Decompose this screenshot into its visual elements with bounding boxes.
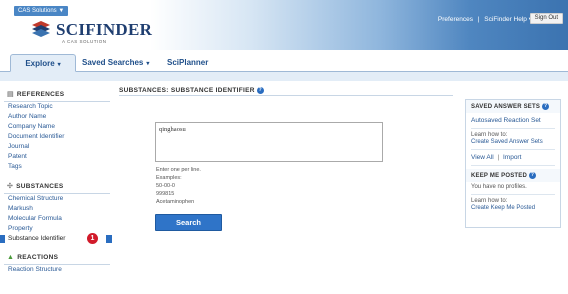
left-sidebar: ▤ REFERENCES Research Topic Author Name … (0, 86, 112, 275)
right-panel: SAVED ANSWER SETS? Autosaved Reaction Se… (465, 99, 561, 228)
chevron-down-icon: ▾ (57, 62, 61, 68)
preferences-link[interactable]: Preferences (438, 16, 473, 23)
substance-identifier-input[interactable]: qinghaosu (155, 122, 383, 162)
reactions-section-heading: ▲ REACTIONS (4, 250, 110, 265)
divider (471, 194, 555, 196)
selection-marker-right (106, 235, 112, 243)
help-icon[interactable]: ? (529, 172, 537, 180)
tab-explore-label: Explore (25, 59, 55, 68)
hint-line: Enter one per line. (156, 167, 201, 173)
autosaved-reaction-set-link[interactable]: Autosaved Reaction Set (466, 116, 560, 125)
references-section-heading: ▤ REFERENCES (4, 86, 110, 102)
page-title-text: SUBSTANCES: SUBSTANCE IDENTIFIER (119, 87, 255, 95)
main-nav: Explore ▾ Saved Searches ▾ SciPlanner (0, 50, 568, 72)
learn-how-label: Learn how to: (471, 132, 508, 139)
tab-explore[interactable]: Explore ▾ (10, 54, 76, 72)
scifinder-logo-icon (32, 21, 50, 37)
hint-line: Examples: (156, 175, 182, 181)
sidebar-item-molecular-formula[interactable]: Molecular Formula (4, 214, 110, 224)
annotation-badge: 1 (87, 233, 98, 244)
hint-line: 999815 (156, 191, 175, 197)
references-heading-label: REFERENCES (16, 90, 65, 98)
sidebar-item-substance-identifier[interactable]: Substance Identifier 1 (0, 233, 112, 244)
sign-out-button[interactable]: Sign Out (529, 13, 563, 24)
help-icon[interactable]: ? (542, 103, 550, 110)
header-links: Preferences | SciFinder Help ▾ (438, 15, 532, 23)
sidebar-item-chemical-structure[interactable]: Chemical Structure (4, 194, 110, 204)
search-button[interactable]: Search (155, 214, 222, 231)
divider (471, 128, 555, 130)
help-icon[interactable]: ? (256, 87, 264, 94)
help-menu-link[interactable]: SciFinder Help ▾ (484, 15, 532, 23)
tab-saved-searches-label: Saved Searches (82, 58, 144, 67)
sidebar-item-author-name[interactable]: Author Name (4, 112, 110, 122)
hint-line: 50-00-0 (156, 183, 175, 189)
references-icon: ▤ (7, 91, 14, 98)
create-keep-me-posted-link[interactable]: Create Keep Me Posted (466, 205, 560, 212)
create-saved-answer-sets-link[interactable]: Create Saved Answer Sets (466, 139, 560, 146)
no-profiles-text: You have no profiles. (471, 184, 527, 191)
saved-heading-label: SAVED ANSWER SETS (471, 104, 541, 111)
app-header: CAS Solutions ▼ SCIFINDER A CAS SOLUTION… (0, 0, 568, 50)
substances-section-heading: ✣ SUBSTANCES (4, 178, 110, 194)
sidebar-item-markush[interactable]: Markush (4, 204, 110, 214)
saved-answer-sets-heading: SAVED ANSWER SETS? (466, 100, 560, 114)
selection-marker-left (0, 235, 5, 243)
substances-icon: ✣ (7, 183, 14, 190)
sidebar-item-reaction-structure[interactable]: Reaction Structure (4, 265, 110, 275)
sidebar-item-company-name[interactable]: Company Name (4, 122, 110, 132)
view-all-import-row: View All | Import (466, 153, 560, 162)
divider (119, 95, 453, 96)
page-title: SUBSTANCES: SUBSTANCE IDENTIFIER? (119, 87, 264, 94)
view-all-link[interactable]: View All (471, 154, 494, 161)
logo-subtitle: A CAS SOLUTION (62, 39, 107, 44)
scifinder-logo-text: SCIFINDER (56, 20, 153, 39)
tab-saved-searches[interactable]: Saved Searches ▾ (82, 54, 149, 72)
nav-subbar (0, 72, 568, 81)
chevron-down-icon: ▾ (146, 61, 150, 67)
reactions-icon: ▲ (7, 254, 15, 261)
sidebar-item-journal[interactable]: Journal (4, 142, 110, 152)
input-hint: Enter one per line. Examples: 50-00-0 99… (156, 166, 201, 206)
divider (471, 149, 555, 151)
reactions-heading-label: REACTIONS (17, 254, 59, 261)
hint-line: Acetaminophen (156, 199, 195, 205)
keep-me-posted-heading: KEEP ME POSTED? (466, 169, 560, 183)
separator: | (497, 154, 500, 162)
substances-heading-label: SUBSTANCES (16, 182, 64, 190)
sidebar-item-document-identifier[interactable]: Document Identifier (4, 132, 110, 142)
sidebar-item-label: Substance Identifier (8, 235, 66, 242)
tab-sciplanner[interactable]: SciPlanner (167, 54, 208, 72)
learn-how-label: Learn how to: (471, 198, 508, 205)
header-separator: | (477, 16, 480, 23)
posted-heading-label: KEEP ME POSTED (471, 173, 528, 180)
tab-sciplanner-label: SciPlanner (167, 58, 209, 67)
import-link[interactable]: Import (503, 154, 521, 161)
sidebar-item-research-topic[interactable]: Research Topic (4, 102, 110, 112)
sidebar-item-tags[interactable]: Tags (4, 162, 110, 172)
sidebar-item-patent[interactable]: Patent (4, 152, 110, 162)
divider (471, 165, 555, 167)
cas-solutions-menu[interactable]: CAS Solutions ▼ (14, 6, 69, 16)
